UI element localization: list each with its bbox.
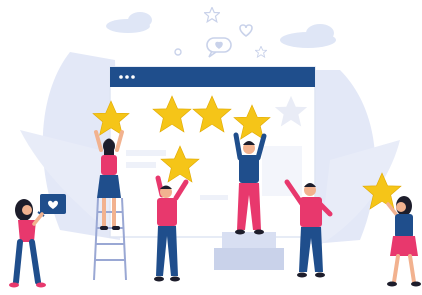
heart-icon [239,24,253,37]
window-dot [119,75,123,79]
cloud-icon [280,24,336,48]
podium [214,232,284,270]
window-dot [125,75,129,79]
window-dot [131,75,135,79]
customer-rating-illustration [0,0,422,295]
person-woman-holding-star [362,172,421,287]
person-woman-with-heart-sign [9,194,66,288]
star-icon [255,46,267,58]
speech-bubble-icon [206,37,232,58]
browser-title-bar [110,67,315,87]
star-icon [204,7,220,23]
browser-window [109,66,316,238]
decor-dot [174,48,182,56]
cloud-icon [106,12,152,33]
illustration-canvas [9,7,421,288]
